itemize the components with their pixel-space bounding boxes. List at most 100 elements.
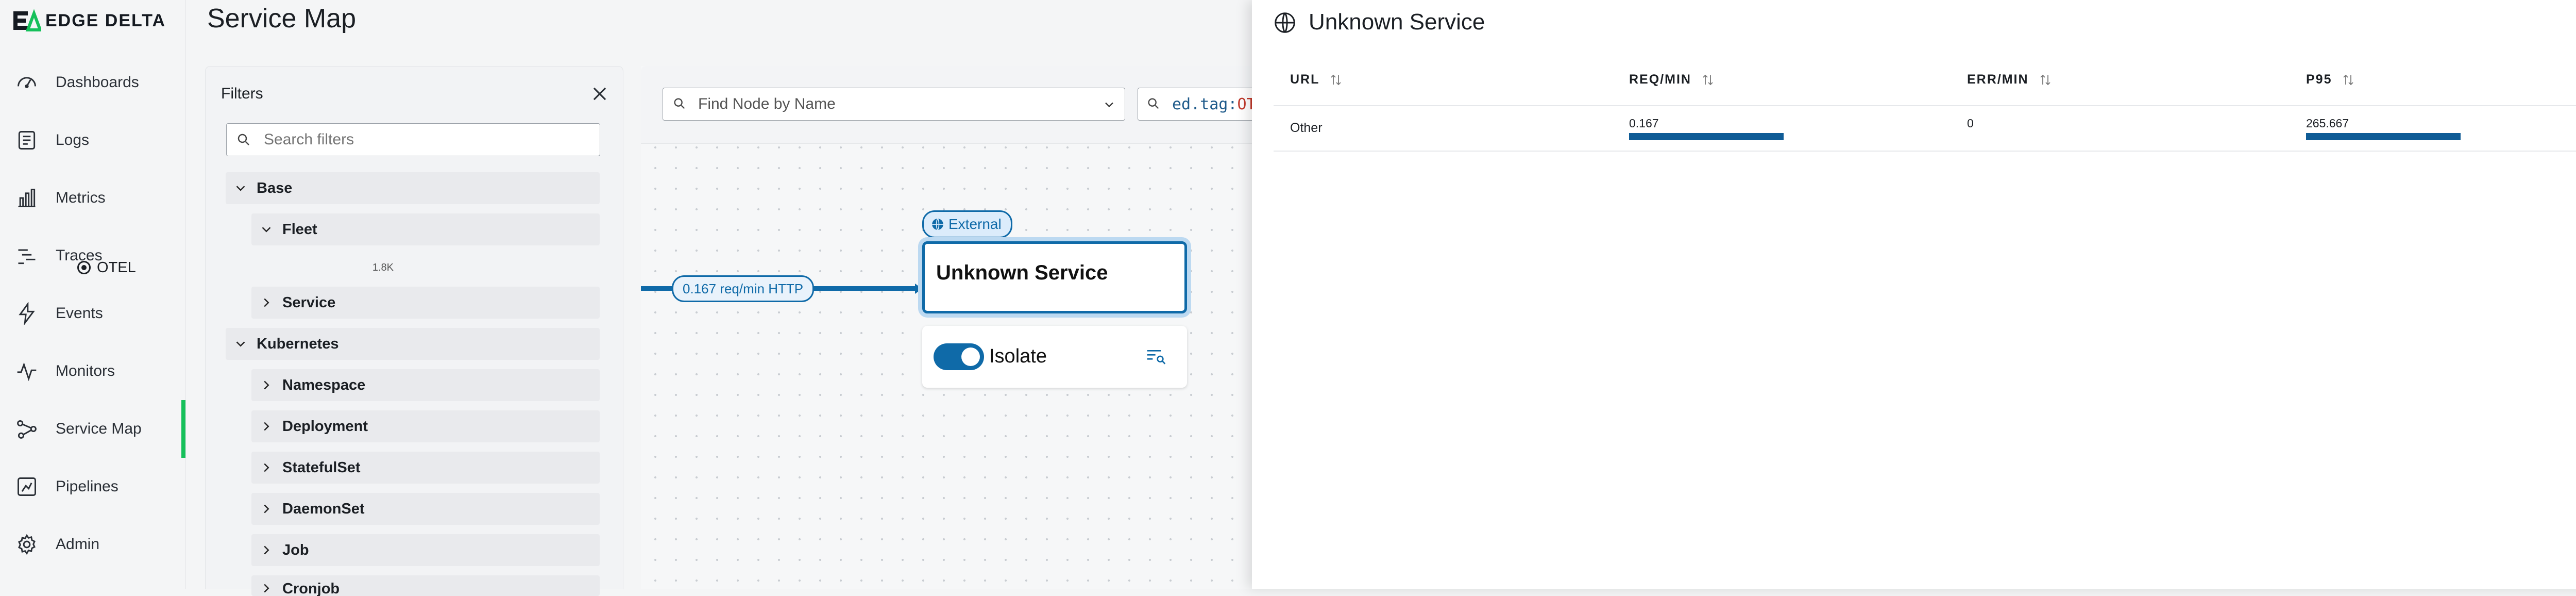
nav-item-admin[interactable]: Admin [0, 516, 185, 573]
nav-label: Monitors [56, 362, 115, 379]
nav-item-logs[interactable]: Logs [0, 111, 185, 169]
filter-group-label: Job [282, 541, 309, 558]
sort-icon [2040, 74, 2050, 85]
list-search-icon[interactable] [1146, 347, 1166, 365]
nav-item-service-map[interactable]: Service Map [0, 400, 185, 458]
p95-bar [2306, 133, 2461, 140]
filter-group-label: Deployment [282, 418, 368, 435]
cell-err-min: 0 [1967, 117, 1974, 130]
filter-group-cronjob[interactable]: Cronjob [251, 575, 600, 596]
filter-group-label: Service [282, 294, 336, 311]
filter-group-fleet[interactable]: Fleet [251, 213, 600, 245]
search-icon [238, 134, 249, 145]
lightning-bolt-icon [15, 302, 38, 326]
edge-delta-logo-icon [13, 9, 41, 31]
nav-label: Metrics [56, 189, 106, 206]
dashboard-gauge-icon [15, 71, 38, 94]
cell-req-min: 0.167 [1629, 117, 1659, 130]
search-filters-input[interactable] [263, 130, 595, 149]
edge-arrowhead [915, 284, 922, 294]
column-header-err-min[interactable]: ERR/MIN [1967, 72, 2052, 87]
chevron-right-icon [264, 298, 269, 307]
filters-search[interactable] [226, 123, 600, 156]
close-icon[interactable] [590, 84, 609, 104]
service-node[interactable]: Unknown Service [922, 241, 1187, 313]
panel-title: Unknown Service [1309, 9, 1485, 35]
radio-selected[interactable] [77, 261, 91, 274]
chevron-right-icon [264, 422, 269, 431]
cell-url: Other [1290, 121, 1323, 135]
sort-icon [1703, 74, 1713, 85]
nav-label: Admin [56, 536, 100, 553]
traces-lines-icon [15, 244, 38, 267]
header-divider [1274, 105, 2576, 106]
left-nav: EDGE DELTA Dashboards Logs Metrics Trace… [0, 0, 186, 589]
pulse-line-icon [15, 360, 38, 383]
logs-document-icon [15, 129, 38, 152]
filter-group-base[interactable]: Base [226, 172, 600, 204]
filter-option-label: OTEL [97, 259, 136, 276]
nav-label: Events [56, 305, 103, 322]
filter-group-namespace[interactable]: Namespace [251, 369, 600, 401]
filter-group-deployment[interactable]: Deployment [251, 410, 600, 442]
nav-label: Logs [56, 131, 90, 148]
filter-group-service[interactable]: Service [251, 287, 600, 319]
nav-label: Service Map [56, 420, 142, 437]
filter-group-kubernetes[interactable]: Kubernetes [226, 328, 600, 360]
query-input[interactable]: ed.tag:OT [1138, 88, 1262, 121]
nav-item-pipelines[interactable]: Pipelines [0, 458, 185, 516]
column-header-req-min[interactable]: REQ/MIN [1629, 72, 1714, 87]
chevron-right-icon [264, 545, 269, 555]
filter-group-statefulset[interactable]: StatefulSet [251, 452, 600, 484]
filter-group-label: Kubernetes [257, 335, 339, 352]
cell-p95: 265.667 [2306, 117, 2349, 130]
bar-chart-icon [15, 187, 38, 209]
chevron-down-icon [236, 341, 245, 347]
nav-item-monitors[interactable]: Monitors [0, 342, 185, 400]
chevron-down-icon [236, 186, 245, 191]
nav-label: Dashboards [56, 74, 139, 91]
nav-item-events[interactable]: Events [0, 285, 185, 342]
chevron-right-icon [264, 584, 269, 593]
sort-icon [2343, 74, 2354, 85]
query-key: ed.tag [1172, 95, 1228, 113]
service-detail-panel: Unknown Service URL REQ/MIN ERR/MIN P95 … [1252, 0, 2576, 589]
nav-item-metrics[interactable]: Metrics [0, 169, 185, 227]
brand-name: EDGE DELTA [45, 10, 166, 30]
filter-group-label: StatefulSet [282, 459, 361, 476]
column-header-url[interactable]: URL [1290, 72, 1342, 87]
filter-group-job[interactable]: Job [251, 534, 600, 566]
column-header-label: ERR/MIN [1967, 72, 2029, 87]
filter-option-count: 1.8K [372, 261, 394, 273]
isolate-label: Isolate [989, 345, 1047, 367]
row-divider [1274, 151, 2576, 152]
globe-icon [1275, 12, 1295, 33]
edge-delta-logo[interactable]: EDGE DELTA [12, 9, 166, 32]
filter-group-label: Namespace [282, 376, 366, 393]
pipelines-icon [15, 475, 38, 498]
external-tag: External [922, 210, 1012, 238]
chevron-right-icon [264, 463, 269, 472]
filter-group-label: Cronjob [282, 581, 340, 596]
nav-item-dashboards[interactable]: Dashboards [0, 54, 185, 111]
sort-icon [1331, 74, 1342, 85]
edge-label[interactable]: 0.167 req/min HTTP [672, 275, 815, 302]
find-node-dropdown[interactable]: Find Node by Name [663, 88, 1125, 121]
filter-group-label: Fleet [282, 221, 317, 238]
active-indicator [181, 400, 185, 458]
page-title: Service Map [207, 4, 356, 34]
req-min-bar [1629, 133, 1784, 140]
column-header-p95[interactable]: P95 [2306, 72, 2354, 87]
globe-icon [932, 218, 943, 230]
isolate-toggle[interactable] [934, 343, 984, 370]
nav-label: Pipelines [56, 478, 118, 495]
filter-option-otel[interactable]: OTEL 1.8K [71, 252, 399, 284]
chevron-right-icon [264, 380, 269, 390]
filter-group-daemonset[interactable]: DaemonSet [251, 493, 600, 525]
column-header-label: URL [1290, 72, 1320, 87]
filter-group-label: DaemonSet [282, 500, 365, 517]
service-map-nodes-icon [15, 418, 38, 440]
external-tag-label: External [948, 216, 1002, 232]
filter-group-label: Base [257, 179, 293, 196]
isolate-card: Isolate [922, 326, 1187, 388]
